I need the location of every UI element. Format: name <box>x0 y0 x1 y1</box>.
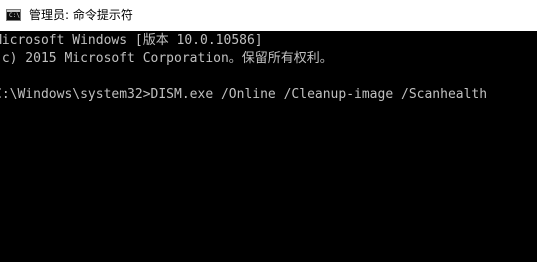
console-line-copyright: (c) 2015 Microsoft Corporation。保留所有权利。 <box>0 51 333 66</box>
command-prompt-window: C:\ 管理员: 命令提示符 Microsoft Windows [版本 10.… <box>0 0 537 262</box>
window-title: 管理员: 命令提示符 <box>29 8 133 22</box>
title-bar[interactable]: C:\ 管理员: 命令提示符 <box>0 0 537 31</box>
console-line-command: C:\Windows\system32>DISM.exe /Online /Cl… <box>0 87 488 102</box>
console-line-version: Microsoft Windows [版本 10.0.10586] <box>0 33 263 48</box>
console-output[interactable]: Microsoft Windows [版本 10.0.10586] (c) 20… <box>0 31 537 262</box>
cmd-icon-glyph: C:\ <box>9 12 20 19</box>
cmd-icon: C:\ <box>6 9 21 21</box>
